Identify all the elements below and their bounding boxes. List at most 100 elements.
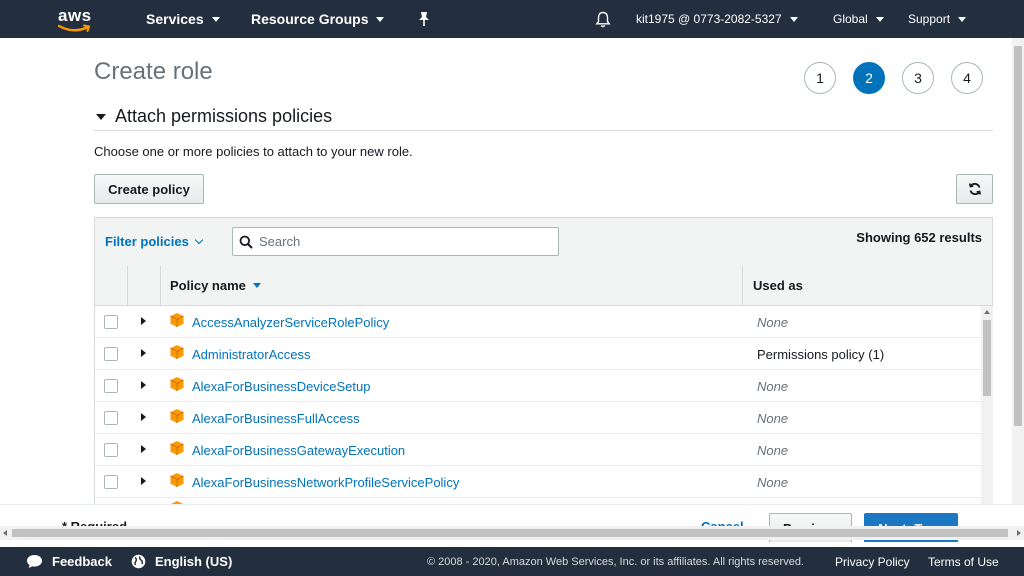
policy-name-link[interactable]: AdministratorAccess bbox=[192, 347, 310, 362]
horizontal-scrollbar[interactable] bbox=[0, 526, 1024, 540]
create-policy-button[interactable]: Create policy bbox=[94, 174, 204, 204]
policy-name-link[interactable]: AccessAnalyzerServiceRolePolicy bbox=[192, 315, 389, 330]
used-as-value: None bbox=[757, 315, 789, 330]
expand-row-icon[interactable] bbox=[141, 445, 146, 453]
step-1[interactable]: 1 bbox=[804, 62, 836, 94]
chevron-down-icon bbox=[194, 235, 204, 245]
footer: Feedback English (US) © 2008 - 2020, Ama… bbox=[0, 547, 1024, 576]
step-4[interactable]: 4 bbox=[951, 62, 983, 94]
expand-row-icon[interactable] bbox=[141, 381, 146, 389]
policy-name-link[interactable]: AlexaForBusinessNetworkProfileServicePol… bbox=[192, 475, 459, 490]
scroll-right-arrow-icon[interactable] bbox=[1017, 530, 1021, 536]
page-title: Create role bbox=[94, 58, 213, 85]
refresh-icon bbox=[968, 182, 981, 196]
used-as-value: None bbox=[757, 379, 789, 394]
expand-row-icon[interactable] bbox=[141, 349, 146, 357]
aws-logo[interactable]: aws bbox=[56, 4, 100, 32]
top-nav: aws Services Resource Groups kit1975 @ 0… bbox=[0, 0, 1024, 38]
globe-icon bbox=[131, 554, 146, 569]
policy-table-body: AccessAnalyzerServiceRolePolicy None Adm… bbox=[94, 306, 993, 504]
column-used-as[interactable]: Used as bbox=[743, 266, 993, 305]
policy-name-link[interactable]: AlexaForBusinessFullAccess bbox=[192, 411, 360, 426]
policy-cube-icon bbox=[170, 313, 184, 327]
collapse-caret-icon bbox=[96, 113, 106, 120]
aws-logo-text: aws bbox=[58, 6, 92, 25]
table-scrollbar-thumb[interactable] bbox=[983, 320, 991, 396]
table-scrollbar[interactable] bbox=[981, 306, 993, 504]
region-menu[interactable]: Global bbox=[833, 0, 884, 38]
search-box[interactable] bbox=[232, 227, 559, 256]
refresh-button[interactable] bbox=[956, 174, 993, 204]
region-label: Global bbox=[833, 12, 868, 26]
used-as-value: None bbox=[757, 411, 789, 426]
header-expand-cell bbox=[128, 266, 161, 305]
services-label: Services bbox=[146, 11, 204, 27]
policy-cube-icon bbox=[170, 377, 184, 391]
chevron-down-icon bbox=[958, 16, 967, 22]
row-checkbox[interactable] bbox=[104, 315, 118, 329]
account-menu[interactable]: kit1975 @ 0773-2082-5327 bbox=[636, 0, 798, 38]
results-count: Showing 652 results bbox=[856, 230, 982, 245]
policy-cube-icon bbox=[170, 345, 184, 359]
support-menu[interactable]: Support bbox=[908, 0, 967, 38]
scroll-left-arrow-icon[interactable] bbox=[3, 530, 7, 536]
terms-of-use-link[interactable]: Terms of Use bbox=[928, 547, 999, 576]
filter-policies-label: Filter policies bbox=[105, 234, 189, 249]
expand-row-icon[interactable] bbox=[141, 413, 146, 421]
step-2-active[interactable]: 2 bbox=[853, 62, 885, 94]
column-policy-name[interactable]: Policy name bbox=[161, 266, 743, 305]
feedback-button[interactable]: Feedback bbox=[26, 547, 112, 576]
search-input[interactable] bbox=[259, 234, 539, 249]
section-header[interactable]: Attach permissions policies bbox=[96, 106, 332, 127]
bell-icon[interactable] bbox=[595, 11, 611, 28]
policy-name-link[interactable]: AlexaForBusinessGatewayExecution bbox=[192, 443, 405, 458]
column-policy-name-label: Policy name bbox=[170, 278, 246, 293]
step-3[interactable]: 3 bbox=[902, 62, 934, 94]
speech-bubble-icon bbox=[27, 555, 42, 568]
copyright-text: © 2008 - 2020, Amazon Web Services, Inc.… bbox=[427, 555, 804, 568]
section-description: Choose one or more policies to attach to… bbox=[94, 144, 413, 159]
resource-groups-label: Resource Groups bbox=[251, 11, 369, 27]
page-scrollbar-thumb[interactable] bbox=[1014, 46, 1022, 426]
table-row[interactable]: AlexaForBusinessDeviceSetup None bbox=[95, 370, 981, 402]
section-divider bbox=[94, 130, 993, 131]
table-row[interactable]: AdministratorAccess Permissions policy (… bbox=[95, 338, 981, 370]
services-menu[interactable]: Services bbox=[146, 0, 220, 38]
scroll-up-arrow-icon[interactable] bbox=[984, 310, 990, 314]
row-checkbox[interactable] bbox=[104, 411, 118, 425]
filter-policies-dropdown[interactable]: Filter policies bbox=[105, 234, 204, 249]
table-row[interactable]: AccessAnalyzerServiceRolePolicy None bbox=[95, 306, 981, 338]
policy-cube-icon bbox=[170, 409, 184, 423]
language-selector[interactable]: English (US) bbox=[131, 547, 232, 576]
support-label: Support bbox=[908, 12, 951, 26]
expand-row-icon[interactable] bbox=[141, 477, 146, 485]
table-row[interactable]: AlexaForBusinessNetworkProfileServicePol… bbox=[95, 466, 981, 498]
resource-groups-menu[interactable]: Resource Groups bbox=[251, 0, 385, 38]
account-label: kit1975 @ 0773-2082-5327 bbox=[636, 12, 782, 26]
policy-cube-icon bbox=[170, 441, 184, 455]
row-checkbox[interactable] bbox=[104, 379, 118, 393]
expand-row-icon[interactable] bbox=[141, 317, 146, 325]
chevron-down-icon bbox=[875, 16, 884, 22]
table-row[interactable]: AlexaForBusinessFullAccess None bbox=[95, 402, 981, 434]
used-as-value: Permissions policy (1) bbox=[757, 347, 885, 362]
page-scrollbar[interactable] bbox=[1012, 38, 1024, 528]
pin-icon[interactable] bbox=[417, 11, 431, 27]
row-checkbox[interactable] bbox=[104, 347, 118, 361]
header-select-cell bbox=[95, 266, 128, 305]
table-header: Policy name Used as bbox=[94, 266, 993, 306]
policy-name-link[interactable]: AlexaForBusinessDeviceSetup bbox=[192, 379, 370, 394]
aws-smile-icon bbox=[58, 24, 91, 32]
feedback-label: Feedback bbox=[52, 554, 112, 569]
chevron-down-icon bbox=[376, 16, 385, 22]
chevron-down-icon bbox=[211, 16, 220, 22]
row-checkbox[interactable] bbox=[104, 475, 118, 489]
row-checkbox[interactable] bbox=[104, 443, 118, 457]
language-label: English (US) bbox=[155, 554, 233, 569]
search-icon bbox=[239, 235, 253, 249]
chevron-down-icon bbox=[789, 16, 798, 22]
table-row[interactable]: AlexaForBusinessGatewayExecution None bbox=[95, 434, 981, 466]
horizontal-scrollbar-thumb[interactable] bbox=[12, 529, 1008, 537]
policy-cube-icon bbox=[170, 473, 184, 487]
privacy-policy-link[interactable]: Privacy Policy bbox=[835, 547, 910, 576]
